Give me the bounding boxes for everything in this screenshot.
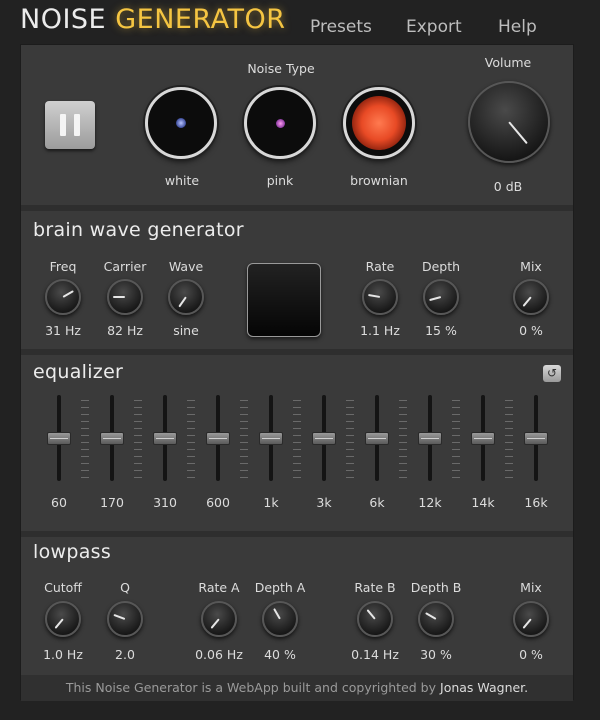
q-label: Q	[120, 580, 130, 595]
footer: This Noise Generator is a WebApp built a…	[21, 675, 573, 701]
slider-thumb[interactable]	[312, 432, 336, 445]
noise-type-label: Noise Type	[247, 61, 315, 76]
eq-slider-12k[interactable]	[418, 395, 442, 481]
lowpass-mix-knob[interactable]	[513, 601, 549, 637]
lowpass-mix-label: Mix	[520, 580, 542, 595]
app-header: NOISE GENERATOR Presets Export Help	[0, 0, 600, 44]
noise-source-section: Noise Type white pink brownian Volume 0 …	[21, 45, 573, 205]
app-logo: NOISE GENERATOR	[20, 4, 286, 35]
equalizer-title: equalizer	[33, 361, 124, 383]
depth-label: Depth	[421, 259, 461, 274]
q-knob[interactable]	[107, 601, 143, 637]
lowpass-section: lowpass Cutoff 1.0 Hz Q 2.0 Rate A 0.06 …	[21, 537, 573, 675]
eq-band-label: 16k	[524, 495, 548, 510]
equalizer-section: equalizer ↺ 60 170 310 600 1k 3k 6k 12k …	[21, 355, 573, 531]
nav-presets[interactable]: Presets	[310, 17, 372, 37]
nav-export[interactable]: Export	[406, 17, 462, 37]
eq-ticks	[240, 400, 248, 480]
pause-button[interactable]	[45, 101, 95, 149]
slider-thumb[interactable]	[206, 432, 230, 445]
wave-knob[interactable]	[168, 279, 204, 315]
eq-ticks	[187, 400, 195, 480]
eq-slider-14k[interactable]	[471, 395, 495, 481]
slider-thumb[interactable]	[259, 432, 283, 445]
logo-word-noise: NOISE	[20, 4, 107, 35]
eq-slider-310[interactable]	[153, 395, 177, 481]
cutoff-knob[interactable]	[45, 601, 81, 637]
freq-knob[interactable]	[45, 279, 81, 315]
eq-slider-170[interactable]	[100, 395, 124, 481]
carrier-knob[interactable]	[107, 279, 143, 315]
q-value: 2.0	[115, 647, 135, 662]
volume-label: Volume	[484, 55, 532, 70]
lowpass-mix-value: 0 %	[519, 647, 543, 662]
eq-slider-16k[interactable]	[524, 395, 548, 481]
nav-help[interactable]: Help	[498, 17, 537, 37]
noise-type-pink-label: pink	[266, 173, 294, 188]
brainwave-mix-knob[interactable]	[513, 279, 549, 315]
noise-type-white-button[interactable]	[145, 87, 217, 159]
eq-ticks	[293, 400, 301, 480]
rate-b-knob[interactable]	[357, 601, 393, 637]
main-panel: Noise Type white pink brownian Volume 0 …	[20, 44, 574, 701]
depth-a-label: Depth A	[254, 580, 306, 595]
depth-value: 15 %	[425, 323, 457, 338]
rate-knob[interactable]	[362, 279, 398, 315]
logo-word-generator: GENERATOR	[115, 4, 286, 35]
depth-knob[interactable]	[423, 279, 459, 315]
equalizer-reset-button[interactable]: ↺	[543, 365, 561, 382]
eq-slider-6k[interactable]	[365, 395, 389, 481]
lowpass-title: lowpass	[33, 541, 112, 563]
wave-value: sine	[173, 323, 199, 338]
author-link[interactable]: Jonas Wagner.	[440, 680, 528, 695]
volume-value: 0 dB	[493, 179, 523, 194]
slider-thumb[interactable]	[418, 432, 442, 445]
brainwave-display	[247, 263, 321, 337]
volume-knob-indicator	[508, 121, 528, 145]
eq-ticks	[452, 400, 460, 480]
eq-slider-3k[interactable]	[312, 395, 336, 481]
brainwave-mix-label: Mix	[520, 259, 542, 274]
depth-b-knob[interactable]	[418, 601, 454, 637]
rate-a-knob[interactable]	[201, 601, 237, 637]
slider-thumb[interactable]	[100, 432, 124, 445]
volume-knob[interactable]	[468, 81, 550, 163]
noise-type-white-label: white	[164, 173, 200, 188]
eq-ticks	[505, 400, 513, 480]
slider-thumb[interactable]	[524, 432, 548, 445]
brownian-noise-glow	[352, 96, 406, 150]
depth-b-label: Depth B	[410, 580, 462, 595]
depth-a-value: 40 %	[264, 647, 296, 662]
slider-thumb[interactable]	[471, 432, 495, 445]
white-noise-glow	[176, 118, 186, 128]
brainwave-section: brain wave generator Freq 31 Hz Carrier …	[21, 211, 573, 349]
reset-icon: ↺	[546, 366, 558, 380]
depth-a-knob[interactable]	[262, 601, 298, 637]
footer-text: This Noise Generator is a WebApp built a…	[65, 680, 437, 695]
slider-thumb[interactable]	[47, 432, 71, 445]
eq-slider-1k[interactable]	[259, 395, 283, 481]
noise-type-pink-button[interactable]	[244, 87, 316, 159]
pink-noise-glow	[276, 119, 285, 128]
brainwave-title: brain wave generator	[33, 219, 244, 241]
wave-label: Wave	[168, 259, 204, 274]
eq-ticks	[81, 400, 89, 480]
noise-type-brownian-label: brownian	[350, 173, 408, 188]
slider-thumb[interactable]	[365, 432, 389, 445]
eq-ticks	[399, 400, 407, 480]
depth-b-value: 30 %	[420, 647, 452, 662]
eq-slider-600[interactable]	[206, 395, 230, 481]
eq-ticks	[346, 400, 354, 480]
noise-type-brownian-button[interactable]	[343, 87, 415, 159]
eq-ticks	[134, 400, 142, 480]
eq-slider-60[interactable]	[47, 395, 71, 481]
slider-thumb[interactable]	[153, 432, 177, 445]
brainwave-mix-value: 0 %	[519, 323, 543, 338]
